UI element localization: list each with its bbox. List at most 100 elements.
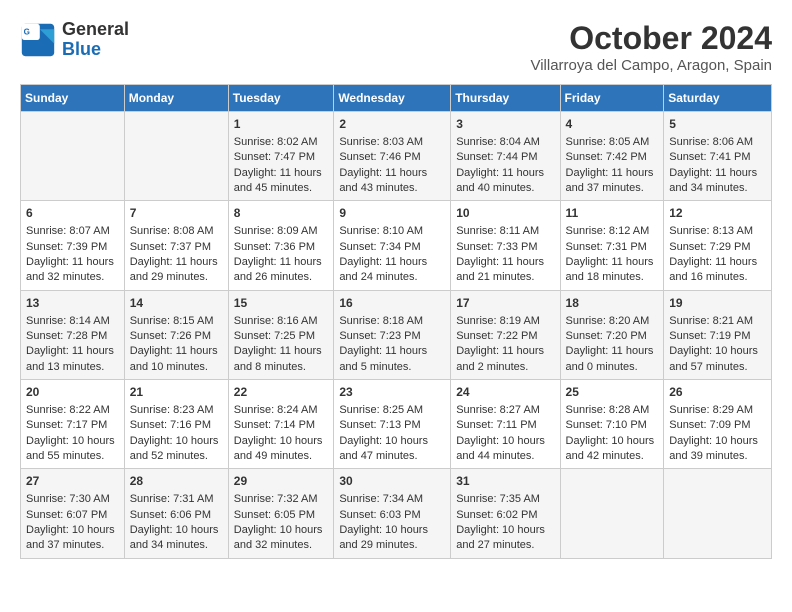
day-info: Daylight: 11 hours and 40 minutes. — [456, 166, 554, 197]
day-info: Daylight: 11 hours and 0 minutes. — [566, 344, 659, 375]
day-info: Sunset: 7:41 PM — [669, 150, 766, 165]
day-info: Sunset: 7:29 PM — [669, 240, 766, 255]
day-header-thursday: Thursday — [451, 85, 560, 112]
day-number: 21 — [130, 384, 223, 401]
day-info: Sunrise: 8:04 AM — [456, 135, 554, 150]
day-info: Sunrise: 8:03 AM — [339, 135, 445, 150]
calendar-cell: 8Sunrise: 8:09 AMSunset: 7:36 PMDaylight… — [228, 201, 334, 290]
day-info: Daylight: 11 hours and 10 minutes. — [130, 344, 223, 375]
day-info: Sunset: 7:42 PM — [566, 150, 659, 165]
calendar-cell: 5Sunrise: 8:06 AMSunset: 7:41 PMDaylight… — [664, 112, 772, 201]
day-info: Sunrise: 8:08 AM — [130, 224, 223, 239]
logo: G General Blue — [20, 20, 129, 60]
day-number: 17 — [456, 295, 554, 312]
day-info: Sunset: 7:19 PM — [669, 329, 766, 344]
day-info: Sunrise: 8:22 AM — [26, 403, 119, 418]
day-info: Daylight: 10 hours and 42 minutes. — [566, 434, 659, 465]
calendar-cell: 1Sunrise: 8:02 AMSunset: 7:47 PMDaylight… — [228, 112, 334, 201]
calendar-cell — [21, 112, 125, 201]
day-info: Daylight: 10 hours and 32 minutes. — [234, 523, 329, 554]
day-info: Daylight: 11 hours and 21 minutes. — [456, 255, 554, 286]
calendar-cell: 18Sunrise: 8:20 AMSunset: 7:20 PMDayligh… — [560, 290, 664, 379]
day-info: Sunset: 7:36 PM — [234, 240, 329, 255]
day-info: Sunset: 7:44 PM — [456, 150, 554, 165]
day-info: Daylight: 10 hours and 52 minutes. — [130, 434, 223, 465]
calendar-cell: 2Sunrise: 8:03 AMSunset: 7:46 PMDaylight… — [334, 112, 451, 201]
day-info: Daylight: 11 hours and 18 minutes. — [566, 255, 659, 286]
day-info: Daylight: 10 hours and 29 minutes. — [339, 523, 445, 554]
day-info: Daylight: 10 hours and 47 minutes. — [339, 434, 445, 465]
page-header: G General Blue October 2024 Villarroya d… — [20, 20, 772, 74]
day-header-sunday: Sunday — [21, 85, 125, 112]
day-info: Daylight: 11 hours and 32 minutes. — [26, 255, 119, 286]
day-info: Daylight: 11 hours and 16 minutes. — [669, 255, 766, 286]
day-info: Sunset: 7:10 PM — [566, 418, 659, 433]
calendar-table: SundayMondayTuesdayWednesdayThursdayFrid… — [20, 84, 772, 559]
day-number: 24 — [456, 384, 554, 401]
calendar-cell: 6Sunrise: 8:07 AMSunset: 7:39 PMDaylight… — [21, 201, 125, 290]
day-number: 13 — [26, 295, 119, 312]
day-info: Daylight: 10 hours and 37 minutes. — [26, 523, 119, 554]
day-info: Daylight: 11 hours and 24 minutes. — [339, 255, 445, 286]
day-info: Daylight: 11 hours and 29 minutes. — [130, 255, 223, 286]
calendar-cell — [560, 469, 664, 558]
day-info: Sunrise: 8:14 AM — [26, 314, 119, 329]
day-info: Sunset: 7:46 PM — [339, 150, 445, 165]
day-number: 9 — [339, 205, 445, 222]
day-header-saturday: Saturday — [664, 85, 772, 112]
day-info: Sunset: 7:37 PM — [130, 240, 223, 255]
day-number: 29 — [234, 473, 329, 490]
day-number: 4 — [566, 116, 659, 133]
page-title: October 2024 — [530, 20, 772, 57]
day-number: 27 — [26, 473, 119, 490]
day-info: Sunset: 7:16 PM — [130, 418, 223, 433]
day-number: 11 — [566, 205, 659, 222]
day-info: Sunrise: 8:23 AM — [130, 403, 223, 418]
day-info: Sunrise: 8:28 AM — [566, 403, 659, 418]
day-number: 6 — [26, 205, 119, 222]
day-number: 31 — [456, 473, 554, 490]
day-info: Daylight: 10 hours and 34 minutes. — [130, 523, 223, 554]
day-number: 30 — [339, 473, 445, 490]
day-info: Sunset: 6:03 PM — [339, 508, 445, 523]
day-info: Sunrise: 8:24 AM — [234, 403, 329, 418]
calendar-cell: 10Sunrise: 8:11 AMSunset: 7:33 PMDayligh… — [451, 201, 560, 290]
logo-text: General Blue — [62, 20, 129, 60]
day-number: 3 — [456, 116, 554, 133]
calendar-cell: 14Sunrise: 8:15 AMSunset: 7:26 PMDayligh… — [124, 290, 228, 379]
day-info: Sunset: 7:13 PM — [339, 418, 445, 433]
calendar-header-row: SundayMondayTuesdayWednesdayThursdayFrid… — [21, 85, 772, 112]
calendar-cell: 25Sunrise: 8:28 AMSunset: 7:10 PMDayligh… — [560, 380, 664, 469]
calendar-cell: 26Sunrise: 8:29 AMSunset: 7:09 PMDayligh… — [664, 380, 772, 469]
calendar-cell: 15Sunrise: 8:16 AMSunset: 7:25 PMDayligh… — [228, 290, 334, 379]
day-number: 18 — [566, 295, 659, 312]
calendar-cell: 21 Sunrise: 8:23 AMSunset: 7:16 PMDayligh… — [124, 380, 228, 469]
day-info: Daylight: 10 hours and 39 minutes. — [669, 434, 766, 465]
day-info: Sunrise: 7:35 AM — [456, 492, 554, 507]
calendar-week-row: 6Sunrise: 8:07 AMSunset: 7:39 PMDaylight… — [21, 201, 772, 290]
day-info: Sunset: 7:25 PM — [234, 329, 329, 344]
day-info: Sunset: 7:28 PM — [26, 329, 119, 344]
day-info: Daylight: 10 hours and 57 minutes. — [669, 344, 766, 375]
day-info: Sunrise: 8:05 AM — [566, 135, 659, 150]
day-number: 5 — [669, 116, 766, 133]
calendar-week-row: 27Sunrise: 7:30 AMSunset: 6:07 PMDayligh… — [21, 469, 772, 558]
day-number: 1 — [234, 116, 329, 133]
day-info: Sunrise: 8:29 AM — [669, 403, 766, 418]
day-number: 26 — [669, 384, 766, 401]
day-info: Sunset: 7:26 PM — [130, 329, 223, 344]
day-number: 12 — [669, 205, 766, 222]
day-number: 28 — [130, 473, 223, 490]
calendar-cell: 12Sunrise: 8:13 AMSunset: 7:29 PMDayligh… — [664, 201, 772, 290]
day-info: Daylight: 11 hours and 43 minutes. — [339, 166, 445, 197]
day-number: 7 — [130, 205, 223, 222]
day-header-monday: Monday — [124, 85, 228, 112]
calendar-week-row: 20Sunrise: 8:22 AMSunset: 7:17 PMDayligh… — [21, 380, 772, 469]
calendar-cell: 4Sunrise: 8:05 AMSunset: 7:42 PMDaylight… — [560, 112, 664, 201]
day-info: Sunrise: 8:09 AM — [234, 224, 329, 239]
day-info: Sunset: 7:14 PM — [234, 418, 329, 433]
day-info: Sunrise: 8:15 AM — [130, 314, 223, 329]
day-number: 15 — [234, 295, 329, 312]
calendar-cell: 27Sunrise: 7:30 AMSunset: 6:07 PMDayligh… — [21, 469, 125, 558]
day-info: Daylight: 10 hours and 55 minutes. — [26, 434, 119, 465]
